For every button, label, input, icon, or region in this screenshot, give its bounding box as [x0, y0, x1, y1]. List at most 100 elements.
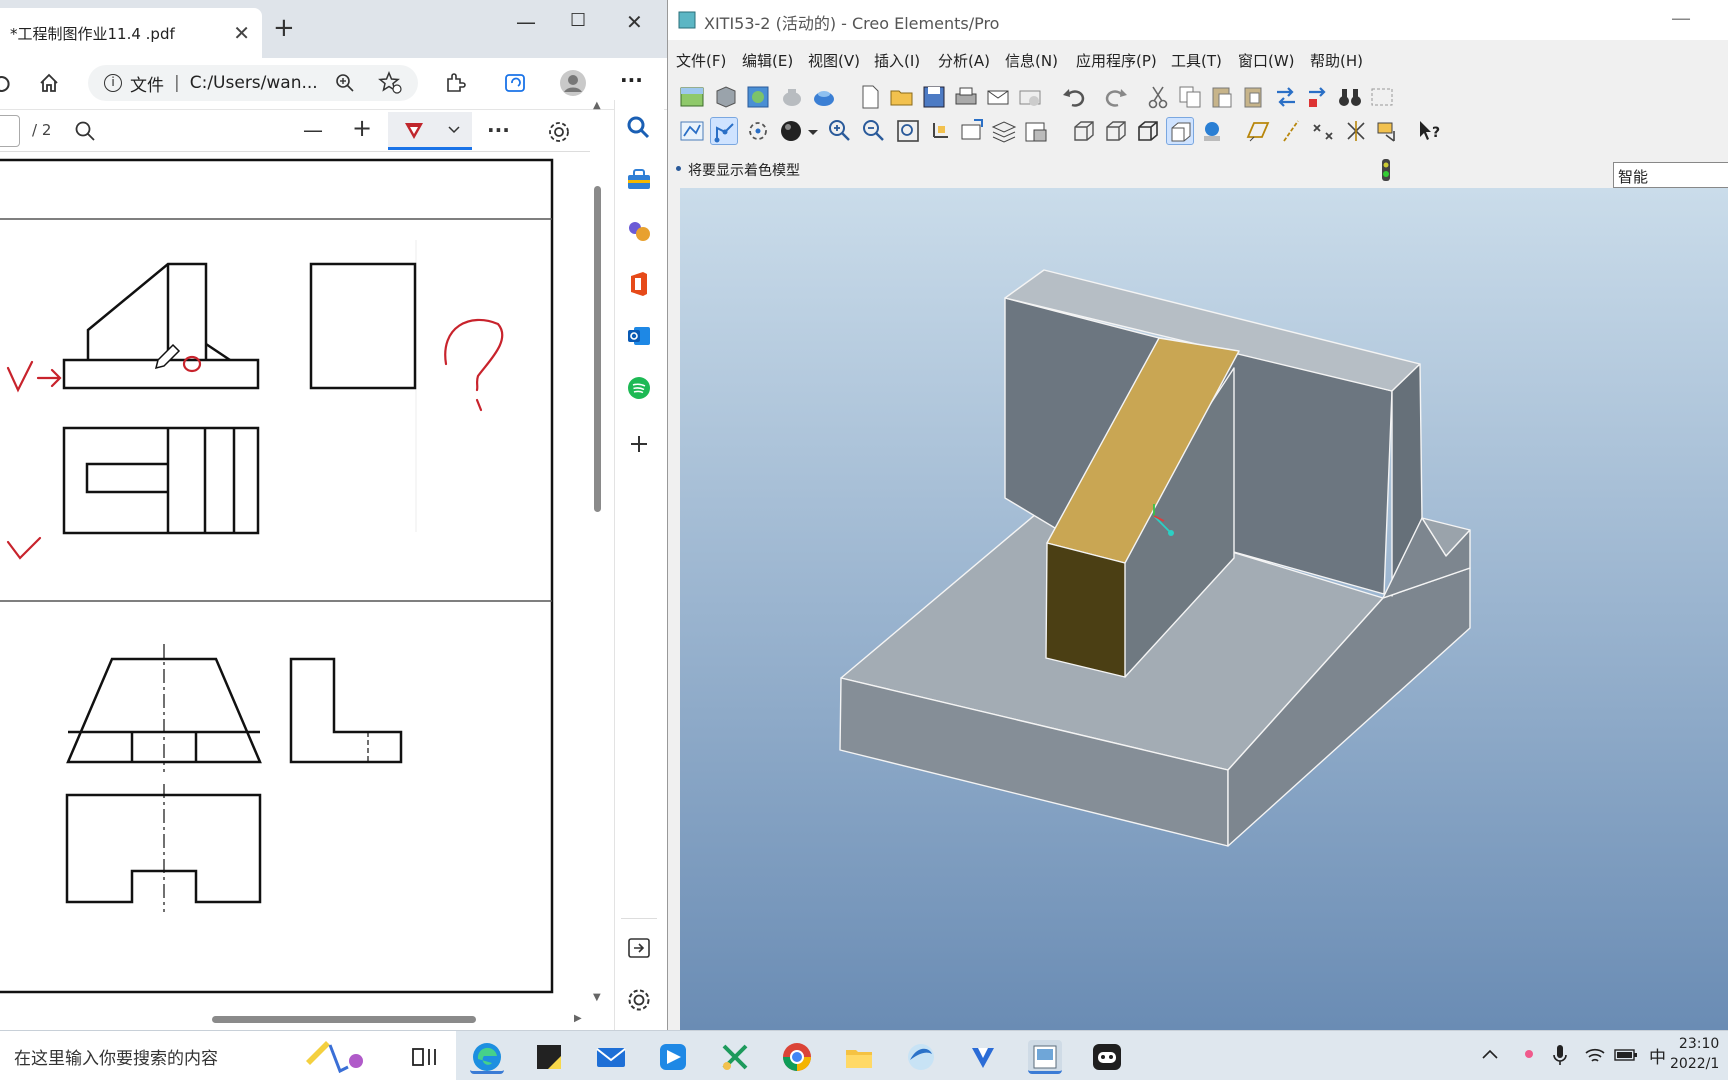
maximize-icon[interactable]: ☐ [570, 10, 586, 31]
coordinate-system-icon[interactable] [1342, 117, 1370, 145]
send-mail-icon[interactable] [984, 83, 1012, 111]
home-icon[interactable] [38, 72, 60, 94]
add-sidebar-app-icon[interactable] [625, 430, 653, 458]
shading-icon[interactable] [1166, 117, 1194, 145]
paste-special-icon[interactable] [1240, 83, 1268, 111]
menu-view[interactable]: 视图(V) [808, 50, 860, 71]
favorite-add-icon[interactable] [378, 70, 404, 96]
office-icon[interactable] [625, 270, 653, 298]
send-link-icon[interactable] [1016, 83, 1044, 111]
profile-avatar-icon[interactable] [559, 69, 587, 97]
minimize-icon[interactable]: — [516, 10, 536, 34]
games-icon[interactable] [625, 218, 653, 246]
model-tree-icon[interactable] [678, 83, 706, 111]
search-icon[interactable] [625, 114, 653, 142]
chevron-up-icon[interactable] [1480, 1045, 1500, 1065]
zoom-in-button[interactable]: + [352, 114, 372, 142]
sidebar-settings-gear-icon[interactable] [625, 986, 653, 1014]
no-hidden-icon[interactable] [1134, 117, 1162, 145]
taskbar-search-box[interactable]: 在这里输入你要搜索的内容 [0, 1031, 456, 1081]
regenerate-model-icon[interactable] [1272, 83, 1300, 111]
task-view-icon[interactable] [408, 1040, 442, 1074]
view-manager-icon[interactable] [1022, 117, 1050, 145]
zoom-icon[interactable] [334, 72, 356, 94]
menu-insert[interactable]: 插入(I) [874, 50, 920, 71]
collections-icon[interactable] [504, 71, 528, 95]
scroll-right-icon[interactable]: ▶ [574, 1013, 582, 1024]
menu-window[interactable]: 窗口(W) [1238, 50, 1295, 71]
annotation-icon[interactable] [1374, 117, 1402, 145]
feishu-icon[interactable] [656, 1040, 690, 1074]
shopping-icon[interactable] [625, 166, 653, 194]
menu-tools[interactable]: 工具(T) [1171, 50, 1222, 71]
saved-views-icon[interactable] [958, 117, 986, 145]
wifi-icon[interactable] [1584, 1045, 1606, 1065]
datum-points-icon[interactable] [1310, 117, 1338, 145]
extensions-icon[interactable] [443, 71, 467, 95]
zoom-out-button[interactable]: — [303, 118, 323, 142]
print-icon[interactable] [952, 83, 980, 111]
zoom-in-icon[interactable] [826, 117, 854, 145]
more-tools-icon[interactable]: ··· [487, 118, 510, 142]
snipping-tool-icon[interactable] [718, 1040, 752, 1074]
refresh-icon[interactable] [0, 74, 10, 94]
menu-edit[interactable]: 编辑(E) [742, 50, 793, 71]
find-icon[interactable] [74, 120, 96, 142]
tab-pdf[interactable]: *工程制图作业11.4 .pdf ✕ [0, 8, 262, 58]
context-help-icon[interactable]: ? [1416, 117, 1444, 145]
horizontal-scroll-thumb[interactable] [212, 1016, 476, 1023]
scroll-down-icon[interactable]: ▼ [593, 992, 601, 1003]
find-binoculars-icon[interactable] [1336, 83, 1364, 111]
render-icon[interactable] [810, 83, 838, 111]
cut-icon[interactable] [1144, 83, 1172, 111]
creo-taskbar-icon[interactable] [904, 1040, 938, 1074]
teapot-icon[interactable] [778, 83, 806, 111]
info-icon[interactable]: i [104, 74, 122, 92]
settings-more-icon[interactable]: ··· [620, 68, 643, 92]
regenerate-icon[interactable] [712, 83, 740, 111]
reorient-icon[interactable] [926, 117, 954, 145]
ime-indicator[interactable]: 中 [1649, 1043, 1666, 1068]
model-canvas[interactable] [680, 188, 1728, 1030]
new-file-icon[interactable] [856, 83, 884, 111]
sidebar-collapse-icon[interactable] [625, 934, 653, 962]
save-icon[interactable] [920, 83, 948, 111]
edge-taskbar-icon[interactable] [470, 1040, 504, 1074]
regen-manager-icon[interactable] [1304, 83, 1332, 111]
datum-axis-icon[interactable] [1278, 117, 1306, 145]
creo-window-taskbar-icon[interactable] [1028, 1040, 1062, 1074]
copy-icon[interactable] [1176, 83, 1204, 111]
game-controller-icon[interactable] [1090, 1040, 1124, 1074]
selection-filter-select[interactable]: 智能 [1613, 162, 1728, 188]
mail-icon[interactable] [594, 1040, 628, 1074]
sticky-notes-icon[interactable] [532, 1040, 566, 1074]
menu-info[interactable]: 信息(N) [1005, 50, 1058, 71]
menu-applications[interactable]: 应用程序(P) [1076, 50, 1157, 71]
chrome-icon[interactable] [780, 1040, 814, 1074]
datum-point-icon[interactable] [710, 117, 738, 145]
sketch-icon[interactable] [678, 117, 706, 145]
refit-icon[interactable] [894, 117, 922, 145]
undo-icon[interactable] [1060, 83, 1088, 111]
wireframe-icon[interactable] [1070, 117, 1098, 145]
pdf-settings-gear-icon[interactable] [547, 120, 571, 144]
new-tab-button[interactable]: + [273, 13, 295, 43]
tencent-icon[interactable] [966, 1040, 1000, 1074]
menu-analysis[interactable]: 分析(A) [938, 50, 990, 71]
address-field[interactable]: i 文件 | C:/Users/wan... [88, 65, 418, 101]
draw-button[interactable] [388, 112, 472, 150]
status-light-icon[interactable] [1379, 158, 1393, 182]
chevron-down-icon[interactable] [448, 125, 460, 135]
creo-minimize-icon[interactable]: — [1671, 6, 1691, 30]
zoom-out-icon[interactable] [860, 117, 888, 145]
vertical-scroll-thumb[interactable] [594, 186, 601, 512]
enhanced-realism-icon[interactable] [1198, 117, 1226, 145]
datum-plane-icon[interactable] [1244, 117, 1272, 145]
shading-sphere-icon[interactable] [778, 117, 806, 145]
layers-icon[interactable] [990, 117, 1018, 145]
menu-help[interactable]: 帮助(H) [1310, 50, 1363, 71]
close-window-icon[interactable]: ✕ [626, 10, 643, 34]
microphone-icon[interactable] [1552, 1043, 1568, 1067]
appearance-icon[interactable] [744, 83, 772, 111]
spotify-icon[interactable] [625, 374, 653, 402]
